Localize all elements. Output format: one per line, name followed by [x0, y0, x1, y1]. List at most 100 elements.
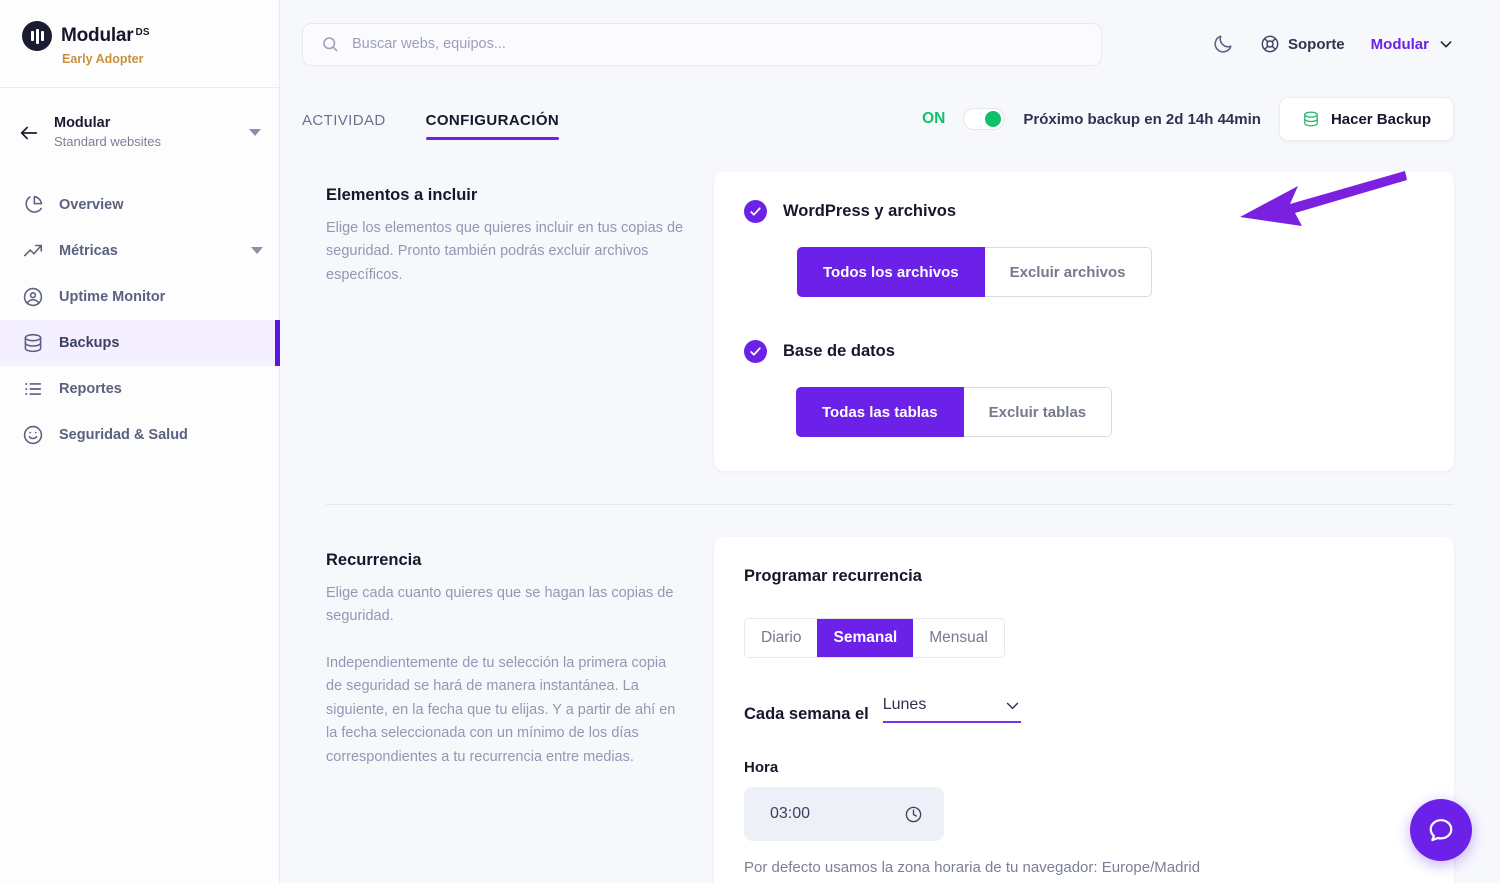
account-menu[interactable]: Modular: [1371, 36, 1454, 53]
brand-text: Modular DS: [61, 25, 150, 47]
recurrence-card: Programar recurrencia Diario Semanal Men…: [714, 537, 1454, 883]
excluir-tablas-button[interactable]: Excluir tablas: [963, 387, 1113, 437]
recurrence-description-1: Elige cada cuanto quieres que se hagan l…: [326, 585, 674, 625]
recurrence-description-2: Independientemente de tu selección la pr…: [326, 654, 676, 765]
database-icon: [24, 333, 42, 352]
sidebar-item-label: Uptime Monitor: [59, 288, 166, 305]
include-section: Elementos a incluir Elige los elementos …: [326, 172, 1454, 471]
caret-down-icon[interactable]: [251, 247, 263, 255]
sidebar-item-uptime-monitor[interactable]: Uptime Monitor: [0, 274, 279, 320]
sidebar-item-reportes[interactable]: Reportes: [0, 366, 279, 412]
tab-actividad[interactable]: ACTIVIDAD: [302, 112, 386, 140]
weekday-value: Lunes: [882, 696, 927, 713]
include-section-title: Elementos a incluir: [326, 186, 478, 204]
database-group-label: Base de datos: [783, 342, 895, 360]
sidebar-item-seguridad-salud[interactable]: Seguridad & Salud: [0, 412, 279, 458]
site-name: Modular: [54, 115, 111, 131]
next-backup-text: Próximo backup en 2d 14h 44min: [1023, 110, 1261, 128]
arrow-left-icon[interactable]: [18, 122, 40, 144]
site-switcher[interactable]: Modular Standard websites: [0, 88, 279, 174]
brand-logo[interactable]: Modular DS Early Adopter: [0, 0, 279, 88]
sidebar-item-label: Backups: [59, 334, 120, 351]
backup-toggle-label: ON: [922, 110, 946, 127]
site-meta: Modular Standard websites: [54, 114, 235, 152]
database-group-header: Base de datos: [744, 340, 1424, 363]
brand-tagline: Early Adopter: [62, 52, 144, 66]
tabs-row: ACTIVIDAD CONFIGURACIÓN ON Próximo backu…: [280, 88, 1500, 150]
support-label: Soporte: [1287, 35, 1345, 53]
section-divider: [326, 504, 1454, 505]
account-label: Modular: [1370, 35, 1429, 53]
frequency-mensual-button[interactable]: Mensual: [913, 619, 1004, 657]
modular-logo-icon: [22, 21, 52, 51]
backup-toggle[interactable]: [963, 108, 1006, 130]
tab-configuracion[interactable]: CONFIGURACIÓN: [425, 112, 560, 140]
wordpress-group-label: WordPress y archivos: [783, 202, 957, 220]
smiley-icon: [23, 425, 43, 444]
app-root: Modular DS Early Adopter Modular Standard…: [0, 0, 1500, 883]
sidebar: Modular DS Early Adopter Modular Standard…: [0, 0, 280, 883]
timezone-note: Por defecto usamos la zona horaria de tu…: [744, 859, 1201, 876]
clock-icon[interactable]: [904, 805, 923, 824]
sidebar-nav: Overview Métricas Uptime Monitor Backups…: [0, 182, 280, 458]
wordpress-group-header: WordPress y archivos: [744, 200, 1424, 223]
sidebar-item-label: Métricas: [59, 242, 118, 259]
moon-icon[interactable]: [1212, 33, 1234, 55]
frequency-diario-button[interactable]: Diario: [745, 619, 818, 657]
excluir-archivos-button[interactable]: Excluir archivos: [984, 247, 1152, 297]
files-segmented-control: Todos los archivos Excluir archivos: [797, 247, 1152, 297]
include-section-description: Elige los elementos que quieres incluir …: [326, 220, 684, 283]
recurrence-section-intro: Recurrencia Elige cada cuanto quieres qu…: [326, 537, 686, 883]
chat-widget-button[interactable]: [1410, 799, 1472, 861]
lifebuoy-icon: [1261, 35, 1279, 53]
todas-las-tablas-button[interactable]: Todas las tablas: [796, 387, 964, 437]
check-icon: [750, 207, 761, 216]
recurrence-section-title: Recurrencia: [326, 551, 422, 569]
include-section-intro: Elementos a incluir Elige los elementos …: [326, 172, 686, 471]
globe-icon: [23, 287, 43, 306]
caret-down-icon[interactable]: [249, 129, 261, 137]
weekday-label: Cada semana el: [744, 704, 869, 723]
sidebar-item-backups[interactable]: Backups: [0, 319, 280, 366]
main-area: Soporte Modular ACTIVIDAD CONFIGURACIÓN …: [280, 0, 1500, 883]
recurrence-section: Recurrencia Elige cada cuanto quieres qu…: [326, 537, 1454, 883]
support-link[interactable]: Soporte: [1260, 34, 1345, 54]
brand-name: Modular: [61, 25, 134, 46]
hacer-backup-label: Hacer Backup: [1330, 110, 1431, 128]
wordpress-checkbox[interactable]: [744, 200, 767, 223]
include-options-card: WordPress y archivos Todos los archivos …: [714, 172, 1454, 471]
pie-chart-icon: [25, 195, 43, 213]
frequency-semanal-button[interactable]: Semanal: [817, 619, 914, 657]
check-icon: [750, 347, 761, 356]
settings-content: Elementos a incluir Elige los elementos …: [280, 150, 1500, 883]
toggle-knob: [985, 111, 1002, 127]
topbar: Soporte Modular: [280, 0, 1500, 88]
search-icon: [323, 37, 338, 52]
time-input[interactable]: 03:00: [744, 787, 944, 841]
site-type: Standard websites: [54, 133, 161, 149]
brand-row: Modular DS: [22, 21, 279, 51]
search-bar[interactable]: [302, 22, 1102, 66]
sidebar-item-overview[interactable]: Overview: [0, 182, 279, 228]
backup-status-group: ON Próximo backup en 2d 14h 44min Hacer …: [922, 97, 1454, 141]
time-value: 03:00: [770, 805, 811, 822]
chevron-down-icon: [1006, 702, 1018, 709]
weekday-select[interactable]: Lunes: [882, 696, 1021, 723]
list-icon: [25, 382, 42, 395]
weekday-row: Cada semana el Lunes: [744, 696, 1424, 723]
frequency-segmented-control: Diario Semanal Mensual: [744, 618, 1005, 658]
chevron-down-icon: [1440, 41, 1452, 48]
sidebar-item-metricas[interactable]: Métricas: [0, 228, 279, 274]
chat-bubble-icon: [1429, 819, 1453, 842]
hacer-backup-button[interactable]: Hacer Backup: [1278, 97, 1454, 141]
database-checkbox[interactable]: [744, 340, 767, 363]
topbar-right: Soporte Modular: [1212, 33, 1454, 55]
trending-up-icon: [23, 244, 43, 257]
recurrence-panel-title: Programar recurrencia: [744, 567, 922, 585]
sidebar-item-label: Overview: [59, 196, 124, 213]
search-input[interactable]: [352, 36, 1083, 52]
database-icon: [1304, 111, 1318, 127]
todos-los-archivos-button[interactable]: Todos los archivos: [797, 247, 985, 297]
brand-suffix: DS: [135, 26, 150, 38]
sidebar-item-label: Seguridad & Salud: [59, 426, 188, 443]
